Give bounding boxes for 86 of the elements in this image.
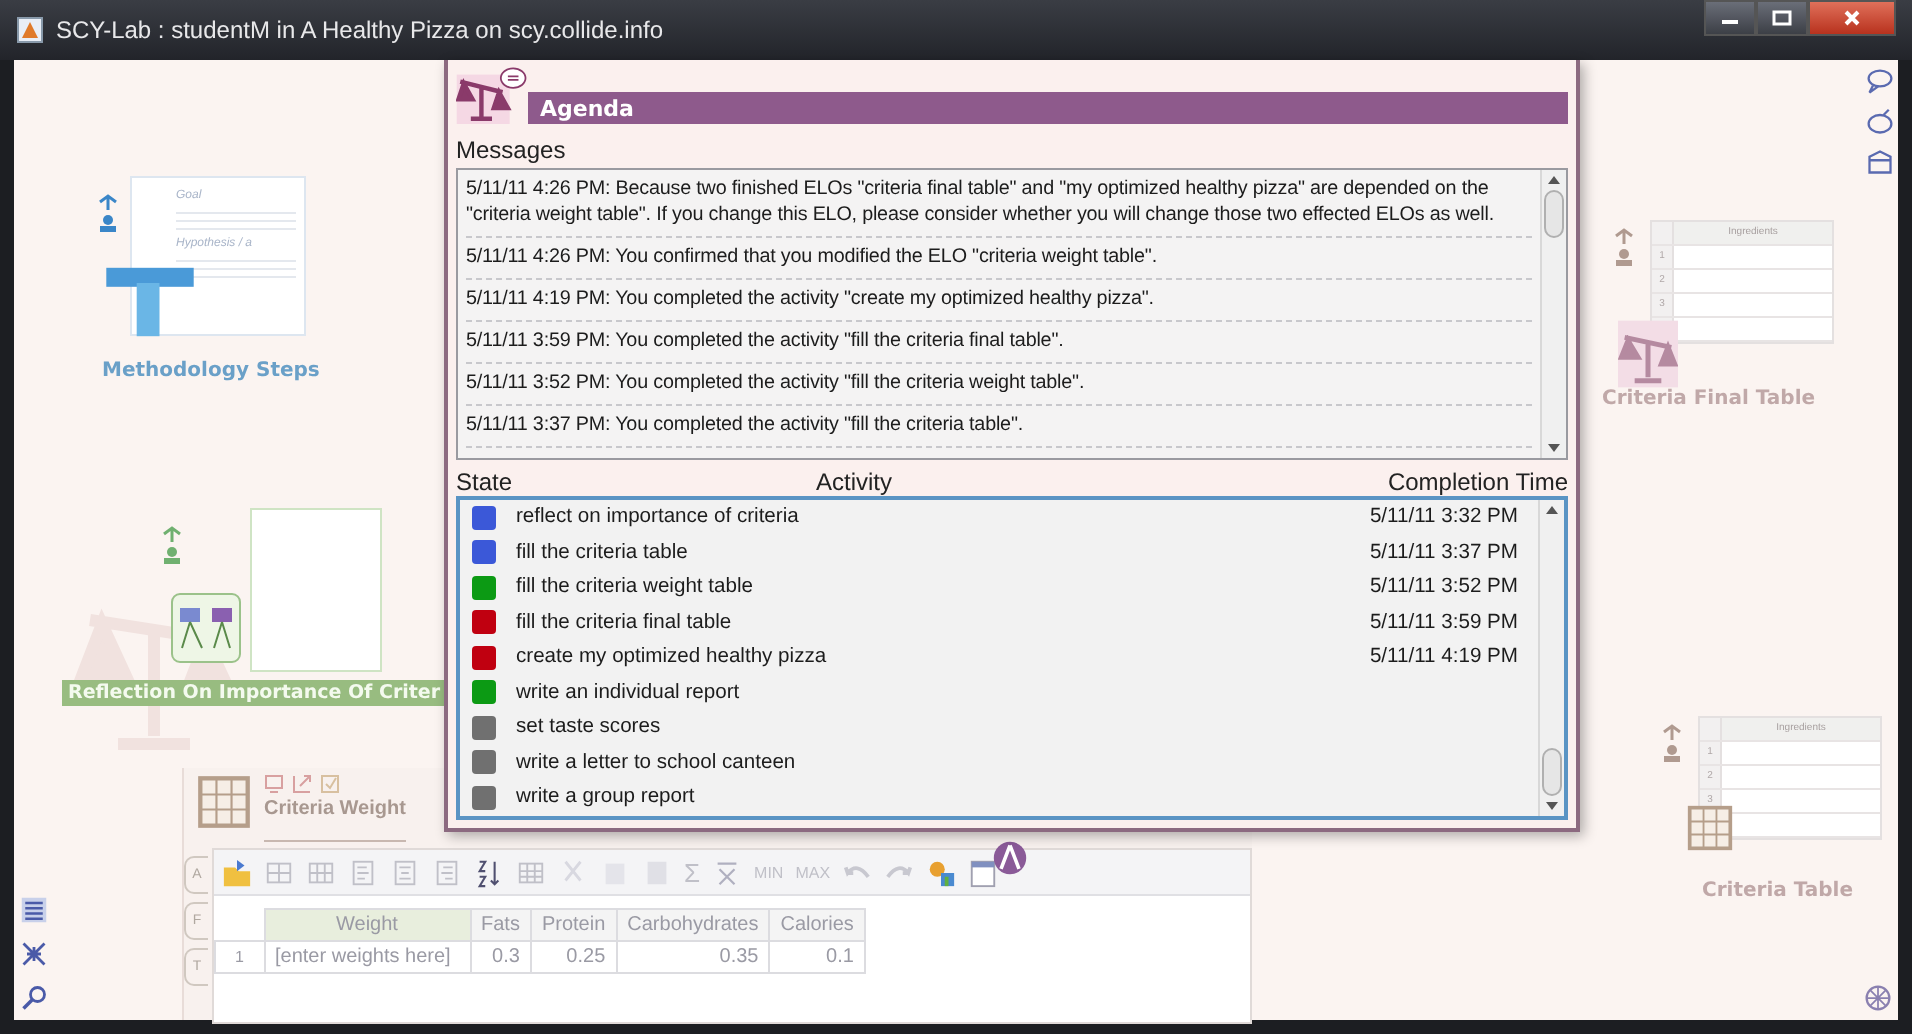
list-icon[interactable] (20, 896, 48, 924)
balance-scale-icon (1618, 320, 1678, 388)
message-text: 5/11/11 4:26 PM: Because two finished ELOs "criteria final table" and "my optimized healthy pizza" are depended on the "criteria weight table". If you change this ELO, please consider whether you will change those two effected ELOs as well. (466, 170, 1532, 238)
scroll-up-icon[interactable] (1546, 174, 1562, 186)
activity-name: write an individual report (516, 681, 742, 704)
grid-icon (1686, 804, 1734, 852)
scroll-down-icon[interactable] (1544, 800, 1560, 812)
row-number: 1 (215, 941, 264, 973)
scroll-up-icon[interactable] (1544, 504, 1560, 516)
concept-map-icon (170, 592, 242, 664)
crosshair-icon[interactable] (20, 940, 48, 968)
column-header: Activity (816, 468, 895, 496)
window-title: Agenda (540, 95, 634, 121)
item-label: Methodology Steps (102, 360, 320, 382)
scrollbar[interactable] (1538, 500, 1564, 816)
activity-name: set taste scores (516, 716, 663, 739)
table-cell: 0.3 (470, 941, 531, 973)
window-title: SCY-Lab : studentM in A Healthy Pizza on scy.collide.info (56, 16, 663, 44)
message-text: 5/11/11 4:19 PM: You completed the activity "create my optimized healthy pizza". (466, 280, 1532, 322)
item-label: Reflection On Importance Of Criter (62, 680, 447, 706)
column-header: Completion Time (1387, 468, 1568, 496)
align-right-icon[interactable] (432, 857, 462, 887)
column-header: Carbohydrates (616, 909, 770, 941)
column-header: Protein (530, 909, 617, 941)
activity-name: fill the criteria weight table (516, 576, 755, 599)
activity-name: create my optimized healthy pizza (516, 646, 829, 669)
table-cell: 0.1 (769, 941, 865, 973)
document-thumbnail[interactable] (250, 508, 382, 672)
scroll-thumb[interactable] (1544, 190, 1564, 238)
section-label: Messages (456, 136, 568, 164)
table-icon[interactable] (516, 857, 546, 887)
t-shape-icon (102, 264, 198, 340)
grid-icon (196, 774, 252, 830)
folder-icon[interactable] (1866, 148, 1894, 176)
balance-scale-icon (456, 64, 528, 124)
align-center-icon[interactable] (390, 857, 420, 887)
activity-name: reflect on importance of criteria (516, 506, 801, 529)
search-icon[interactable] (20, 984, 48, 1012)
column-header: State (456, 468, 515, 496)
column-header: Fats (470, 909, 531, 941)
message-text: 5/11/11 3:52 PM: You completed the activity "fill the criteria weight table". (466, 364, 1532, 406)
app-icon (16, 16, 44, 44)
table-cell: [enter weights here] (264, 941, 470, 973)
close-button[interactable] (1808, 0, 1896, 36)
completion-time: 5/11/11 3:37 PM (1369, 541, 1518, 564)
activity-name: fill the criteria table (516, 541, 690, 564)
column-header: Weight (264, 909, 470, 941)
speech-bubble-icon[interactable] (1866, 68, 1894, 96)
close-icon (1842, 10, 1862, 26)
lasso-icon[interactable] (1866, 108, 1894, 136)
maximize-icon (1772, 10, 1792, 26)
activity-name: write a letter to school canteen (516, 751, 798, 774)
window-title: Criteria Weight (264, 798, 406, 820)
resize-icon[interactable] (292, 774, 312, 794)
completion-time: 5/11/11 3:52 PM (1369, 576, 1518, 599)
compass-icon[interactable] (992, 840, 1028, 876)
item-label: Criteria Table (1702, 880, 1853, 902)
chart-icon[interactable] (926, 857, 957, 887)
activity-name: write a group report (516, 786, 697, 809)
column-header: Calories (769, 909, 865, 941)
completion-time: 5/11/11 4:19 PM (1369, 646, 1518, 669)
table-cell: 0.35 (616, 941, 770, 973)
checkbox-icon[interactable] (320, 774, 340, 794)
monitor-icon[interactable] (264, 774, 284, 794)
maximize-button[interactable] (1756, 0, 1808, 36)
message-text: 5/11/11 3:59 PM: You completed the activity "fill the criteria final table". (466, 322, 1532, 364)
folder-icon[interactable] (222, 857, 252, 887)
table-cell: 0.25 (530, 941, 617, 973)
item-label: Criteria Final Table (1602, 388, 1816, 410)
sort-icon[interactable] (474, 857, 504, 887)
person-icon (1662, 720, 1682, 768)
wheel-icon[interactable] (1864, 984, 1892, 1012)
message-text: 5/11/11 4:26 PM: You confirmed that you modified the ELO "criteria weight table". (466, 238, 1532, 280)
completion-time: 5/11/11 3:59 PM (1369, 611, 1518, 634)
insert-column-icon[interactable] (306, 857, 336, 887)
align-left-icon[interactable] (348, 857, 378, 887)
scroll-down-icon[interactable] (1546, 442, 1562, 454)
insert-row-icon[interactable] (264, 857, 294, 887)
person-icon (1614, 224, 1634, 272)
scrollbar[interactable] (1540, 170, 1566, 458)
completion-time: 5/11/11 3:32 PM (1369, 506, 1518, 529)
message-text: 5/11/11 3:37 PM: You completed the activity "fill the criteria table". (466, 406, 1532, 448)
document-icon[interactable] (968, 857, 999, 887)
scroll-thumb[interactable] (1542, 748, 1562, 796)
minimize-button[interactable] (1704, 0, 1756, 36)
activity-name: fill the criteria final table (516, 611, 734, 634)
